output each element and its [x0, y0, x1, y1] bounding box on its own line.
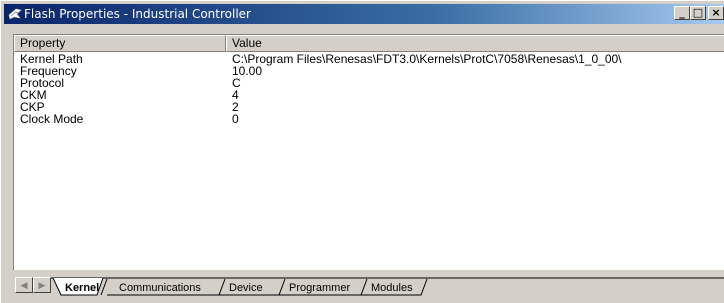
property-value: C:\Program Files\Renesas\FDT3.0\Kernels\…	[232, 52, 622, 66]
tab-kernel[interactable]: Kernel	[57, 278, 103, 295]
list-header: Property Value	[14, 35, 724, 52]
close-button[interactable]: ×	[708, 6, 724, 20]
list-rows: Kernel Path C:\Program Files\Renesas\FDT…	[14, 53, 724, 125]
title-bar[interactable]: Flash Properties - Industrial Controller…	[4, 4, 724, 24]
tab-device[interactable]: Device	[223, 278, 281, 295]
column-header-value[interactable]: Value	[226, 35, 724, 52]
property-value: 0	[232, 112, 239, 126]
window-title: Flash Properties - Industrial Controller	[24, 7, 251, 21]
properties-list[interactable]: Property Value Kernel Path C:\Program Fi…	[13, 34, 724, 270]
maximize-button[interactable]: □	[690, 6, 706, 20]
tab-modules[interactable]: Modules	[365, 278, 423, 295]
tab-label: Programmer	[289, 282, 351, 294]
app-icon	[8, 8, 22, 20]
tab-communications[interactable]: Communications	[109, 278, 221, 295]
sheet-tab-strip: ◀ ▶ Kernel Communications Device Program…	[13, 273, 724, 300]
tab-label: Communications	[119, 282, 201, 294]
list-row-frequency[interactable]: Frequency 10.00	[14, 65, 724, 77]
property-name: Clock Mode	[20, 112, 84, 126]
tab-label: Device	[229, 282, 263, 294]
flash-properties-window: Flash Properties - Industrial Controller…	[0, 0, 724, 303]
minimize-icon: _	[679, 6, 685, 19]
tab-label: Modules	[371, 282, 413, 294]
close-icon: ×	[711, 6, 721, 19]
column-header-property[interactable]: Property	[14, 35, 226, 52]
list-row-ckm[interactable]: CKM 4	[14, 89, 724, 101]
list-row-clock-mode[interactable]: Clock Mode 0	[14, 113, 724, 125]
list-row-ckp[interactable]: CKP 2	[14, 101, 724, 113]
maximize-icon: □	[692, 6, 704, 19]
list-row-protocol[interactable]: Protocol C	[14, 77, 724, 89]
tab-programmer[interactable]: Programmer	[283, 278, 363, 295]
tab-label: Kernel	[65, 282, 100, 294]
minimize-button[interactable]: _	[674, 6, 690, 20]
list-row-kernel-path[interactable]: Kernel Path C:\Program Files\Renesas\FDT…	[14, 53, 724, 65]
